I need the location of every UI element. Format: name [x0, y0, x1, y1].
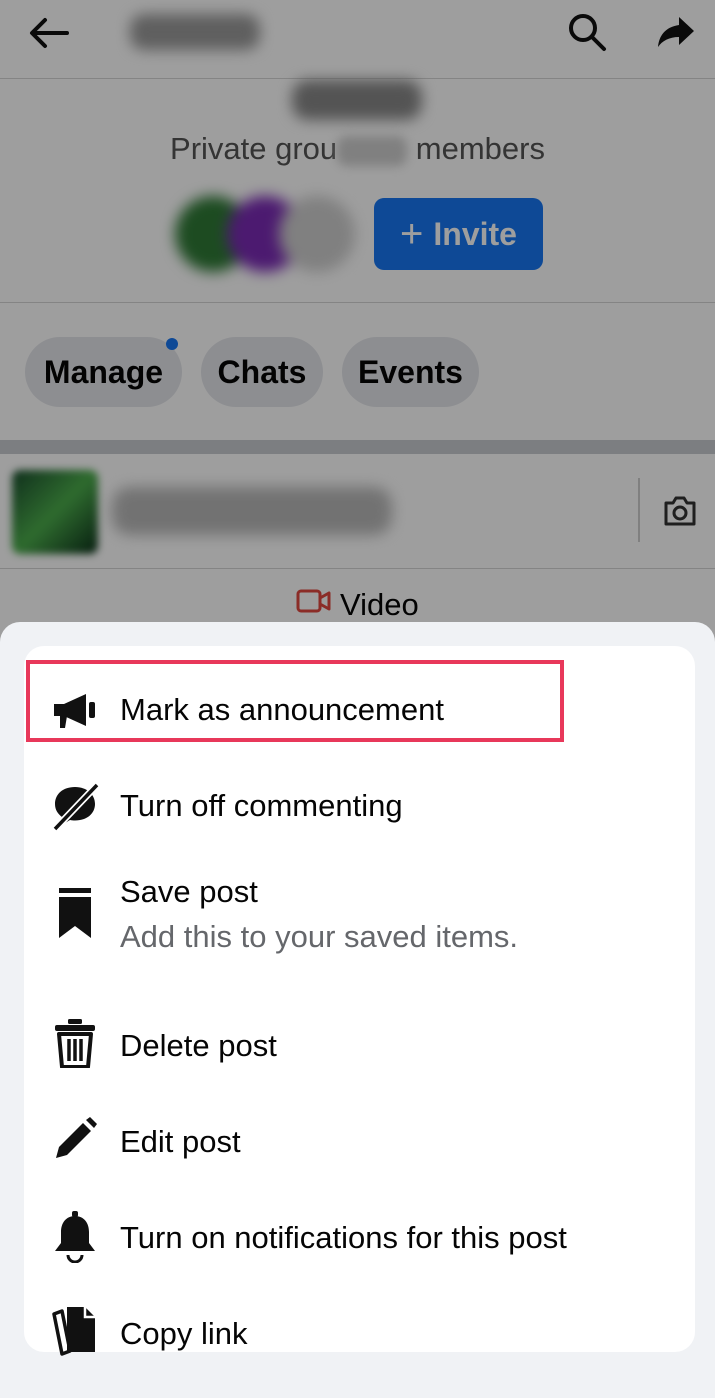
post-options-menu: Mark as announcement Turn off commenting…: [24, 646, 695, 1356]
menu-item-label: Turn on notifications for this post: [120, 1220, 567, 1255]
comment-off-icon: [50, 782, 100, 832]
menu-item-copy-link[interactable]: Copy link: [24, 1307, 695, 1400]
menu-item-label: Delete post: [120, 1028, 277, 1063]
trash-icon: [50, 1018, 100, 1068]
menu-item-sublabel: Add this to your saved items.: [120, 919, 519, 954]
bookmark-icon: [50, 888, 100, 938]
menu-item-turn-off-commenting[interactable]: Turn off commenting: [24, 782, 695, 872]
menu-item-label: Save post: [120, 874, 258, 909]
menu-item-delete-post[interactable]: Delete post: [24, 1019, 695, 1112]
menu-item-label: Copy link: [120, 1316, 248, 1351]
menu-item-label: Edit post: [120, 1124, 241, 1159]
highlight-box: [26, 660, 564, 742]
menu-item-turn-on-notifications[interactable]: Turn on notifications for this post: [24, 1211, 695, 1304]
copy-icon: [50, 1306, 100, 1356]
menu-item-label: Turn off commenting: [120, 788, 403, 823]
pencil-icon: [50, 1114, 100, 1164]
menu-item-save-post[interactable]: Save post Add this to your saved items.: [24, 868, 695, 968]
menu-item-edit-post[interactable]: Edit post: [24, 1117, 695, 1208]
bell-icon: [50, 1211, 100, 1263]
